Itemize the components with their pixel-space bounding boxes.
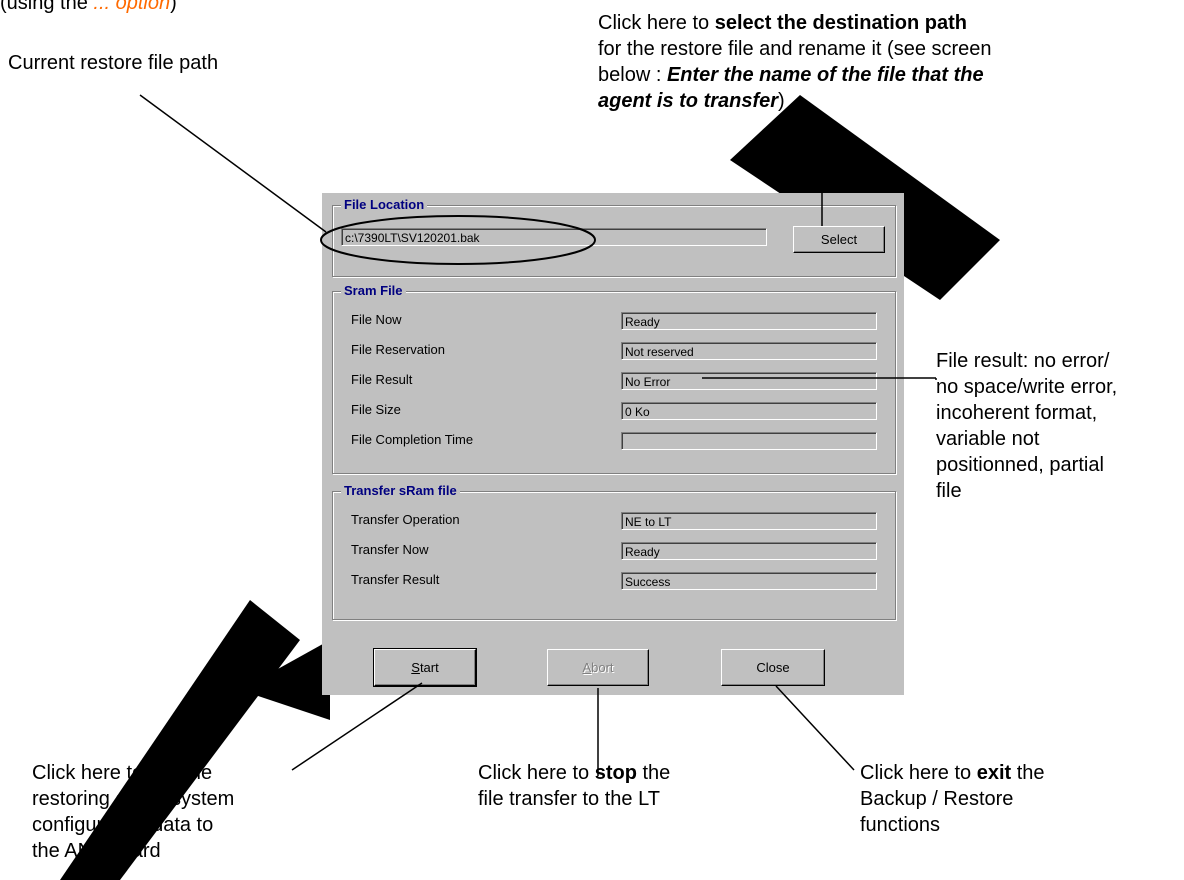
file-result-value: No Error (621, 372, 877, 390)
leader-close (775, 685, 855, 771)
transfer-sram-title: Transfer sRam file (341, 483, 460, 498)
transfer-now-label: Transfer Now (351, 542, 429, 557)
file-reservation-value: Not reserved (621, 342, 877, 360)
select-button[interactable]: Select (793, 226, 885, 253)
sram-file-title: Sram File (341, 283, 406, 298)
watermark-stroke-corner (240, 640, 330, 720)
file-path-field[interactable]: c:\7390LT\SV120201.bak (341, 228, 767, 246)
transfer-result-label: Transfer Result (351, 572, 440, 587)
file-reservation-label: File Reservation (351, 342, 445, 357)
transfer-sram-group: Transfer sRam file Transfer Operation NE… (332, 483, 896, 620)
file-completion-time-value (621, 432, 877, 450)
file-result-label: File Result (351, 372, 413, 387)
file-location-group: File Location c:\7390LT\SV120201.bak Sel… (332, 197, 896, 277)
file-size-label: File Size (351, 402, 401, 417)
transfer-operation-label: Transfer Operation (351, 512, 460, 527)
leader-start (291, 682, 423, 771)
file-location-title: File Location (341, 197, 428, 212)
callout-select: Click here to select the destination pat… (598, 12, 992, 112)
top-caption-fragment: (using the ... option) (0, 0, 177, 14)
leader-current-path (139, 94, 327, 233)
transfer-result-value: Success (621, 572, 877, 590)
file-now-label: File Now (351, 312, 402, 327)
start-button[interactable]: Start (373, 648, 477, 687)
close-button[interactable]: Close (721, 649, 825, 686)
callout-current-path: Current restore file path (8, 52, 219, 74)
callout-file-result: File result: no error/ no space/write er… (936, 350, 1118, 502)
sram-file-group: Sram File File Now Ready File Reservatio… (332, 283, 896, 474)
callout-close: Click here to exit the Backup / Restore … (860, 762, 1045, 836)
callout-abort: Click here to stop the file transfer to … (478, 762, 671, 810)
file-size-value: 0 Ko (621, 402, 877, 420)
file-completion-time-label: File Completion Time (351, 432, 474, 447)
abort-button[interactable]: Abort (547, 649, 649, 686)
backup-restore-dialog: File Location c:\7390LT\SV120201.bak Sel… (322, 193, 904, 695)
file-now-value: Ready (621, 312, 877, 330)
transfer-operation-value: NE to LT (621, 512, 877, 530)
transfer-now-value: Ready (621, 542, 877, 560)
callout-start: Click here to run file restoring of the … (32, 762, 235, 862)
